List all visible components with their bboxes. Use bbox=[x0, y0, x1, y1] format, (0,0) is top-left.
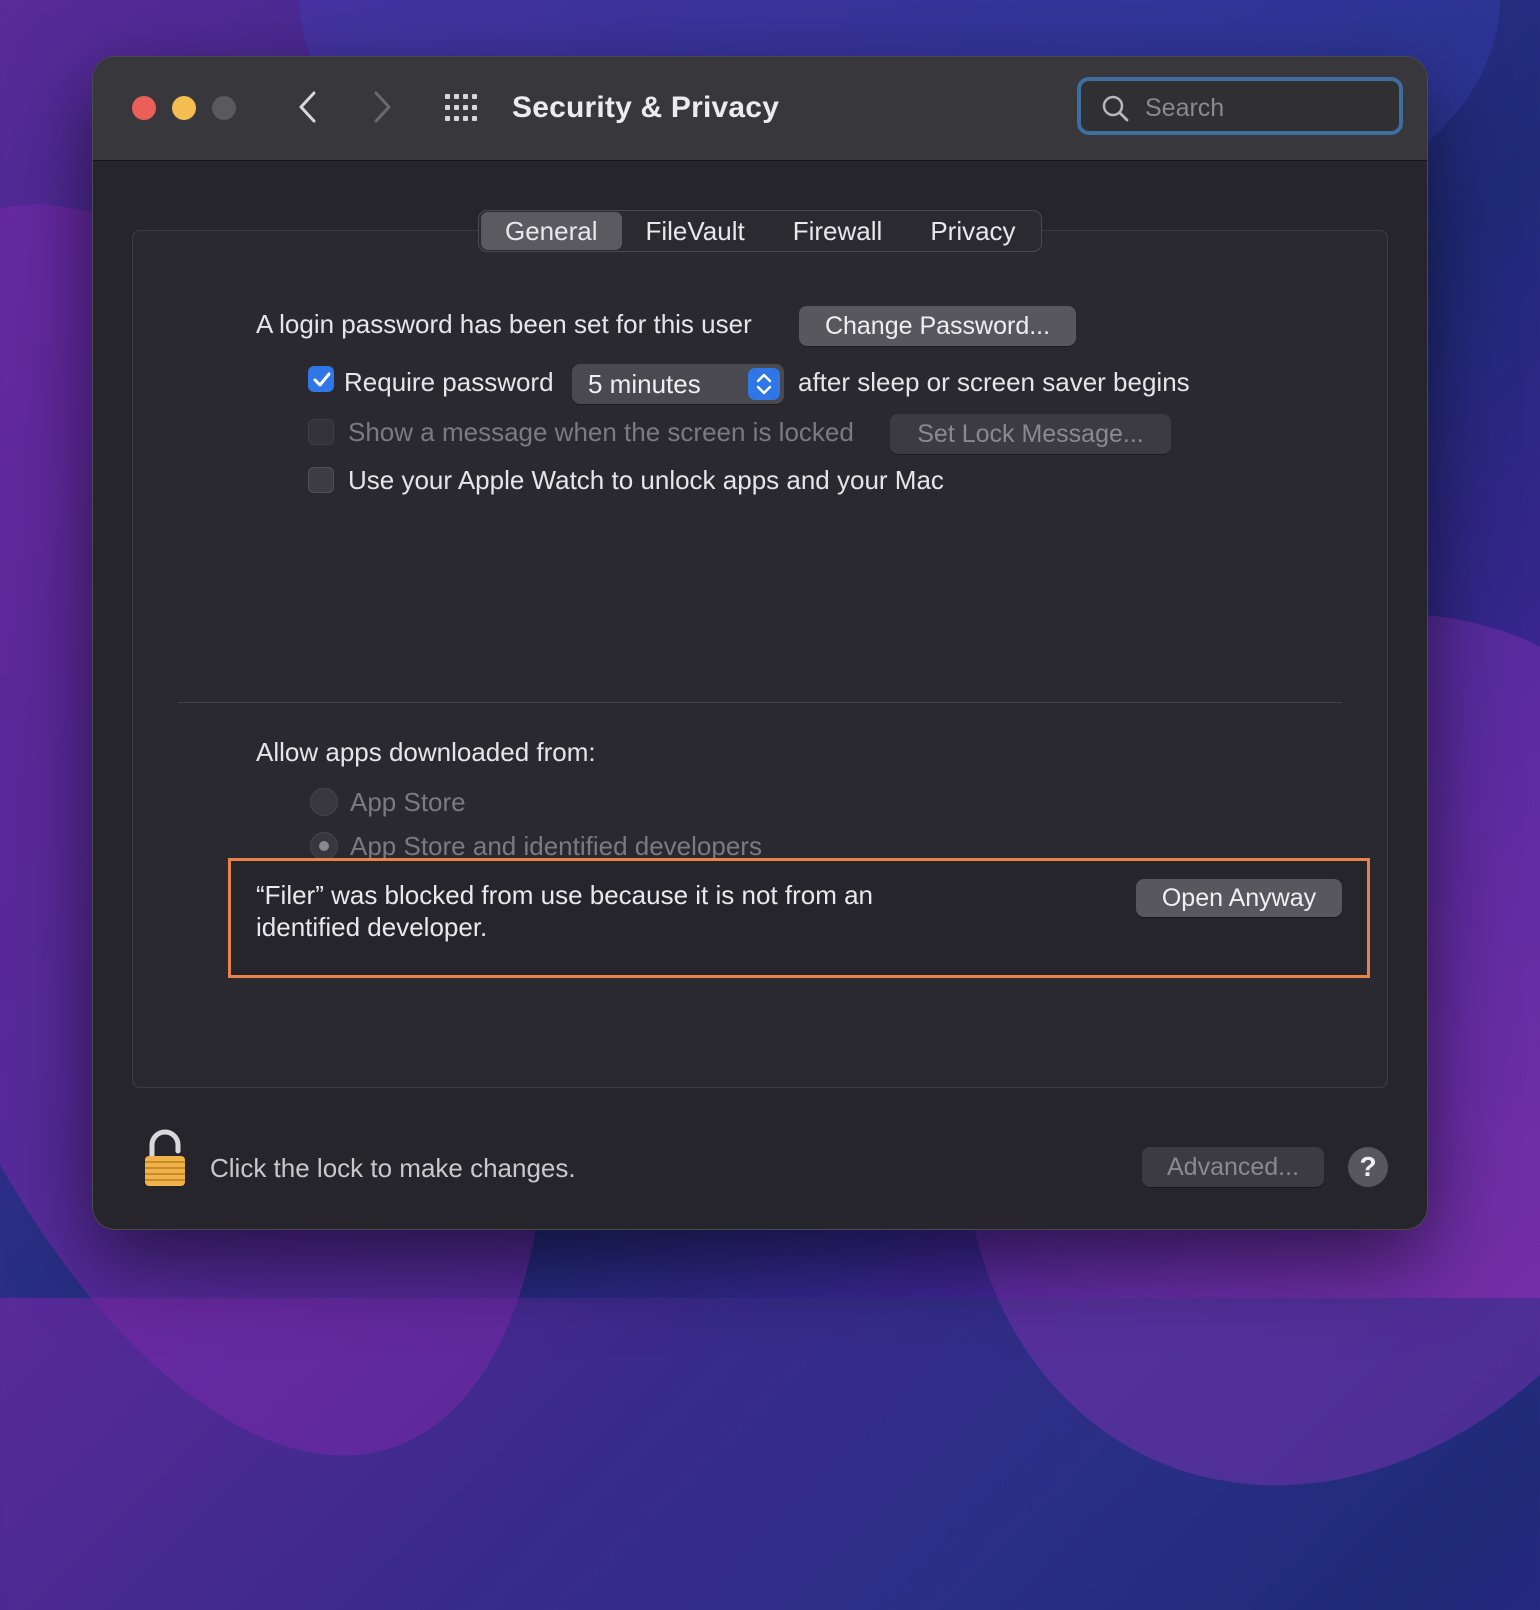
search-icon bbox=[1102, 95, 1129, 122]
title-bar: Security & Privacy bbox=[93, 57, 1427, 161]
tab-bar: General FileVault Firewall Privacy bbox=[478, 210, 1042, 252]
help-button[interactable]: ? bbox=[1348, 1147, 1388, 1187]
zoom-button[interactable] bbox=[212, 96, 236, 120]
chevron-left-icon bbox=[299, 91, 316, 123]
blocked-message-line-1: “Filer” was blocked from use because it … bbox=[256, 880, 874, 910]
blocked-app-message: “Filer” was blocked from use because it … bbox=[256, 879, 956, 943]
minimize-button[interactable] bbox=[172, 96, 196, 120]
show-message-checkbox[interactable] bbox=[308, 419, 334, 445]
tab-general[interactable]: General bbox=[481, 212, 622, 250]
lock-button[interactable] bbox=[141, 1129, 189, 1194]
tab-firewall[interactable]: Firewall bbox=[769, 212, 907, 250]
login-password-text: A login password has been set for this u… bbox=[256, 309, 752, 339]
require-delay-popup[interactable]: 5 minutes bbox=[572, 364, 784, 404]
search-input[interactable] bbox=[1143, 89, 1387, 127]
updown-arrows-icon bbox=[756, 373, 772, 395]
apple-watch-label: Use your Apple Watch to unlock apps and … bbox=[348, 465, 944, 495]
lock-hint-text: Click the lock to make changes. bbox=[210, 1153, 576, 1183]
help-icon: ? bbox=[1359, 1151, 1377, 1182]
show-message-label: Show a message when the screen is locked bbox=[348, 417, 854, 447]
back-button[interactable] bbox=[288, 87, 328, 127]
change-password-button[interactable]: Change Password... bbox=[799, 306, 1076, 346]
require-delay-value: 5 minutes bbox=[588, 369, 701, 399]
search-field[interactable] bbox=[1077, 77, 1403, 135]
open-anyway-button[interactable]: Open Anyway bbox=[1136, 879, 1342, 917]
radio-identified-developers[interactable] bbox=[310, 832, 338, 860]
tab-privacy[interactable]: Privacy bbox=[906, 212, 1039, 250]
require-password-checkbox[interactable] bbox=[308, 366, 334, 392]
set-lock-message-button[interactable]: Set Lock Message... bbox=[890, 414, 1171, 454]
grid-icon bbox=[445, 94, 477, 121]
window-title: Security & Privacy bbox=[512, 91, 780, 124]
tab-filevault[interactable]: FileVault bbox=[622, 212, 769, 250]
close-button[interactable] bbox=[132, 96, 156, 120]
radio-app-store[interactable] bbox=[310, 788, 338, 816]
section-divider bbox=[178, 702, 1342, 703]
require-password-label: Require password bbox=[344, 367, 554, 397]
popup-arrows bbox=[748, 368, 780, 400]
preferences-window: Security & Privacy General FileVault Fir… bbox=[93, 57, 1427, 1229]
chevron-right-icon bbox=[374, 91, 391, 123]
forward-button[interactable] bbox=[362, 87, 402, 127]
advanced-button[interactable]: Advanced... bbox=[1142, 1147, 1324, 1187]
blocked-message-line-2: identified developer. bbox=[256, 912, 488, 942]
allow-apps-heading: Allow apps downloaded from: bbox=[256, 737, 596, 767]
radio-app-store-label: App Store bbox=[350, 787, 466, 817]
checkmark-icon bbox=[313, 372, 331, 387]
after-sleep-text: after sleep or screen saver begins bbox=[798, 367, 1190, 397]
show-all-button[interactable] bbox=[443, 91, 483, 125]
lock-icon bbox=[145, 1129, 185, 1186]
apple-watch-checkbox[interactable] bbox=[308, 467, 334, 493]
